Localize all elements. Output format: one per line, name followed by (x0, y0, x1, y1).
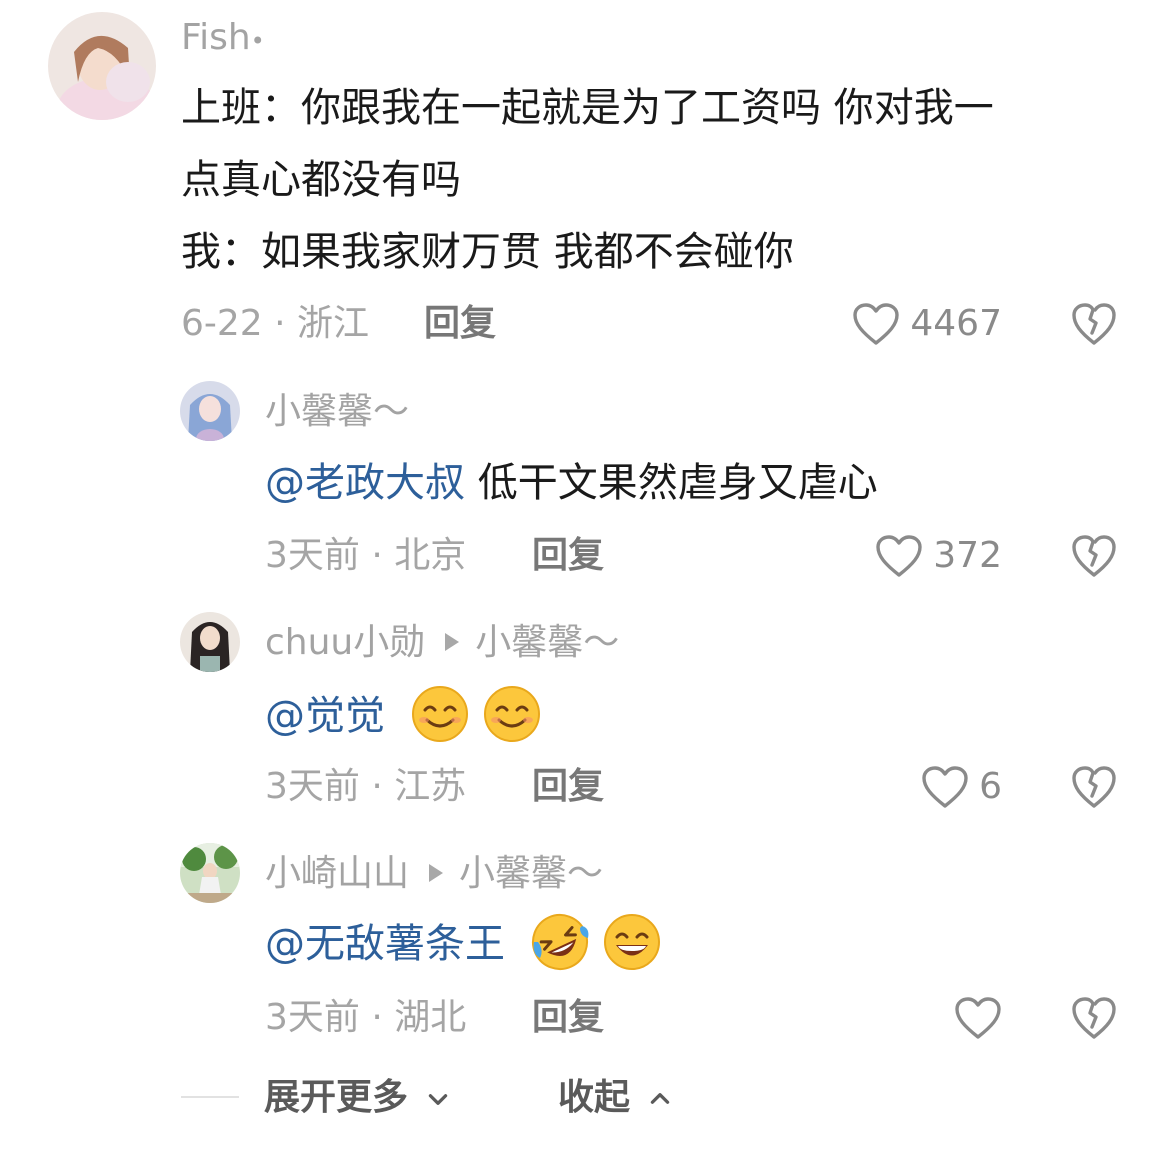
heart-icon (922, 766, 968, 808)
like-button[interactable] (954, 994, 1002, 1042)
avatar[interactable] (180, 612, 240, 672)
thread-divider (181, 1096, 239, 1098)
like-button[interactable]: 372 (875, 532, 1002, 580)
comment-username[interactable]: Fish• (181, 16, 265, 63)
smile-emoji-icon (483, 686, 540, 742)
broken-heart-icon[interactable] (1071, 765, 1117, 809)
reply-button[interactable]: 回复 (532, 534, 604, 578)
comment-date: 3天前 (265, 535, 360, 576)
reply-button[interactable]: 回复 (532, 996, 604, 1040)
comment-location: 江苏 (394, 766, 467, 807)
username-text[interactable]: Fish (181, 17, 251, 58)
heart-icon (853, 303, 900, 345)
avatar[interactable] (180, 843, 240, 903)
username-text[interactable]: chuu小勋 (265, 622, 425, 663)
broken-heart-icon[interactable] (1071, 534, 1117, 578)
comment-meta: 3天前 · 湖北 (265, 996, 466, 1040)
comment-line: 我：如果我家财万贯 我都不会碰你 (181, 229, 794, 275)
reply-button[interactable]: 回复 (424, 302, 496, 346)
heart-icon (955, 997, 1001, 1039)
broken-heart-icon[interactable] (1071, 302, 1117, 346)
reply-to-username[interactable]: 小馨馨～ (459, 853, 603, 894)
expand-more-label: 展开更多 (264, 1077, 409, 1118)
comment-line: 上班：你跟我在一起就是为了工资吗 你对我一 (181, 85, 994, 131)
reply-button[interactable]: 回复 (532, 765, 604, 809)
collapse-button[interactable]: 收起 (558, 1076, 673, 1120)
meta-separator: · (359, 997, 395, 1038)
comment-text: @老政大叔 低干文果然虐身又虐心 (265, 447, 878, 519)
comment-location: 北京 (394, 535, 467, 576)
heart-icon (876, 535, 922, 577)
comment-text: 上班：你跟我在一起就是为了工资吗 你对我一 点真心都没有吗 我：如果我家财万贯 … (181, 72, 994, 288)
username-dot: • (250, 27, 265, 55)
like-count: 372 (933, 535, 1002, 576)
chevron-up-icon (650, 1093, 669, 1104)
comment-body: 低干文果然虐身又虐心 (465, 460, 878, 506)
chevron-down-icon (428, 1094, 447, 1105)
avatar[interactable] (48, 12, 156, 120)
rofl-emoji-icon (531, 914, 589, 970)
username-text[interactable]: 小馨馨～ (265, 391, 409, 432)
comment-meta: 6-22 · 浙江 (181, 302, 369, 346)
comment-meta: 3天前 · 北京 (265, 534, 466, 578)
comment-date: 6-22 (181, 303, 263, 344)
comment-date: 3天前 (265, 766, 360, 807)
meta-separator: · (359, 535, 395, 576)
like-button[interactable]: 6 (921, 763, 1002, 811)
comment-line: 点真心都没有吗 (181, 157, 461, 203)
comment-date: 3天前 (265, 997, 360, 1038)
comment-location: 浙江 (297, 303, 370, 344)
meta-separator: · (359, 766, 395, 807)
comment-location: 湖北 (394, 997, 467, 1038)
grin-emoji-icon (603, 914, 660, 970)
reply-arrow-icon (445, 633, 460, 651)
reply-to-username[interactable]: 小馨馨～ (475, 622, 619, 663)
mention-link[interactable]: @无敌薯条王 (265, 921, 505, 967)
expand-more-button[interactable]: 展开更多 (264, 1076, 451, 1120)
broken-heart-icon[interactable] (1071, 996, 1117, 1040)
comment-meta: 3天前 · 江苏 (265, 765, 466, 809)
comment-text: @无敌薯条王 (265, 908, 662, 980)
comment-username[interactable]: 小馨馨～ (265, 390, 409, 434)
username-text[interactable]: 小崎山山 (265, 853, 409, 894)
comment-username[interactable]: 小崎山山 小馨馨～ (265, 852, 603, 896)
like-count: 6 (979, 766, 1002, 807)
like-button[interactable]: 4467 (852, 300, 1002, 348)
meta-separator: · (262, 303, 298, 344)
collapse-label: 收起 (558, 1077, 631, 1118)
reply-arrow-icon (429, 864, 444, 882)
like-count: 4467 (910, 303, 1002, 344)
mention-link[interactable]: @老政大叔 (265, 460, 465, 506)
avatar[interactable] (180, 381, 240, 441)
smile-emoji-icon (411, 686, 468, 742)
comment-username[interactable]: chuu小勋 小馨馨～ (265, 621, 619, 665)
comment-text: @觉觉 (265, 680, 542, 752)
mention-link[interactable]: @觉觉 (265, 693, 385, 739)
